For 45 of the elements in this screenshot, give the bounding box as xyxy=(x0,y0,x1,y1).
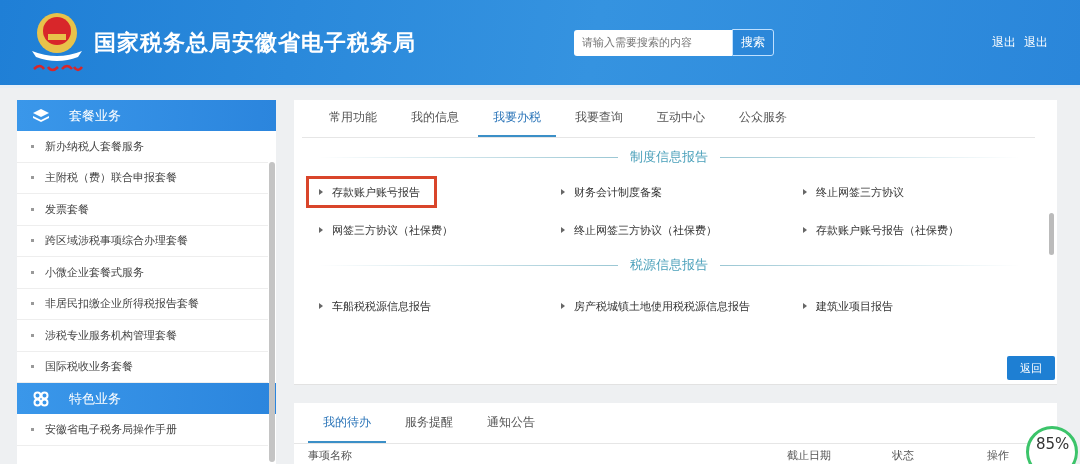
tab[interactable]: 通知公告 xyxy=(472,403,550,443)
service-link[interactable]: 建筑业项目报告 xyxy=(790,290,910,322)
column-header: 截止日期 xyxy=(787,447,832,463)
sidebar-item[interactable]: 发票套餐 xyxy=(17,194,268,226)
sidebar-item[interactable]: 涉税专业服务机构管理套餐 xyxy=(17,320,268,352)
clover-icon xyxy=(33,390,49,407)
tab[interactable]: 常用功能 xyxy=(314,100,392,137)
service-link[interactable]: 网签三方协议（社保费） xyxy=(306,214,470,246)
tab[interactable]: 我的待办 xyxy=(308,403,386,443)
back-button[interactable]: 返回 xyxy=(1007,356,1055,380)
tab[interactable]: 我要查询 xyxy=(560,100,638,137)
sidebar-group-title: 套餐业务 xyxy=(69,106,121,125)
sidebar-group-title: 特色业务 xyxy=(69,389,121,408)
tab[interactable]: 公众服务 xyxy=(724,100,802,137)
service-link[interactable]: 存款账户账号报告（社保费） xyxy=(790,214,976,246)
sidebar-item[interactable]: 非居民扣缴企业所得税报告套餐 xyxy=(17,288,268,320)
section-title: 税源信息报告 xyxy=(629,256,708,274)
column-header: 操作 xyxy=(987,447,1010,463)
tab[interactable]: 服务提醒 xyxy=(390,403,468,443)
service-link[interactable]: 终止网签三方协议（社保费） xyxy=(548,214,734,246)
site-title: 国家税务总局安徽省电子税务局 xyxy=(94,28,417,57)
sidebar-item[interactable]: 新办纳税人套餐服务 xyxy=(17,131,268,163)
layers-icon xyxy=(33,108,49,123)
tab[interactable]: 互动中心 xyxy=(642,100,720,137)
sidebar-item[interactable]: 主附税（费）联合申报套餐 xyxy=(17,162,268,194)
search-button[interactable]: 搜索 xyxy=(732,29,774,56)
service-link[interactable]: 存款账户账号报告 xyxy=(306,176,437,208)
sidebar-item[interactable]: 安徽省电子税务局操作手册 xyxy=(17,414,268,446)
sidebar-item[interactable]: 小微企业套餐式服务 xyxy=(17,257,268,289)
column-header: 状态 xyxy=(892,447,915,463)
logout-link[interactable]: 退出 xyxy=(992,34,1016,51)
service-link[interactable]: 房产税城镇土地使用税税源信息报告 xyxy=(548,290,767,322)
service-link[interactable]: 车船税税源信息报告 xyxy=(306,290,448,322)
logout-link[interactable]: 退出 xyxy=(1024,34,1048,51)
search-field[interactable]: 请输入需要搜索的内容 xyxy=(574,29,732,56)
service-link[interactable]: 终止网签三方协议 xyxy=(790,176,921,208)
sidebar-item[interactable]: 跨区域涉税事项综合办理套餐 xyxy=(17,225,268,257)
section-title: 制度信息报告 xyxy=(629,148,708,166)
service-link[interactable]: 财务会计制度备案 xyxy=(548,176,679,208)
tab[interactable]: 我要办税 xyxy=(478,100,556,137)
scrollbar[interactable] xyxy=(1049,213,1054,255)
scrollbar[interactable] xyxy=(269,162,275,462)
tab[interactable]: 我的信息 xyxy=(396,100,474,137)
column-header: 事项名称 xyxy=(308,447,353,463)
progress-text: 85% xyxy=(1036,435,1070,453)
